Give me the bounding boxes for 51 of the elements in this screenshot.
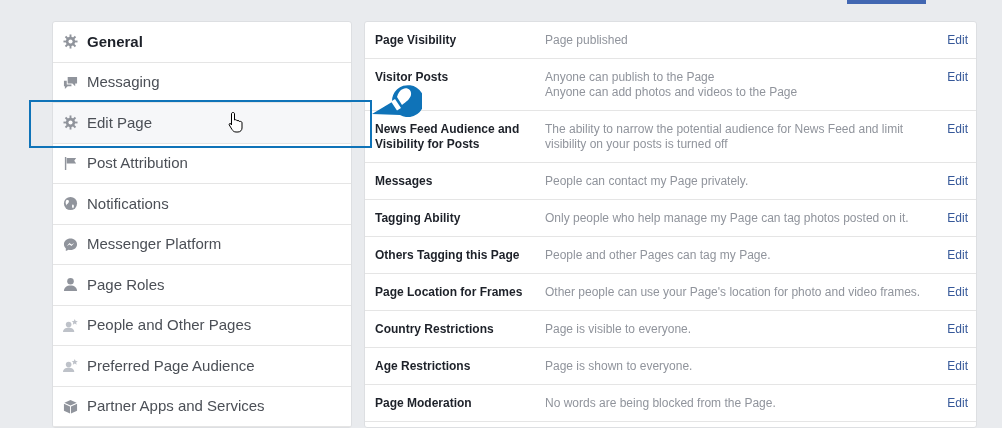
setting-label: Visitor Posts <box>375 69 450 86</box>
sidebar-item[interactable]: People and Other Pages <box>53 305 351 346</box>
setting-label: Age Restrictions <box>375 358 472 374</box>
setting-label: Page Visibility <box>375 32 458 48</box>
setting-value: Page published <box>545 32 629 48</box>
setting-value: People can contact my Page privately. <box>545 173 750 189</box>
gear-icon <box>63 115 78 131</box>
edit-link[interactable]: Edit <box>947 247 968 263</box>
person-star-icon <box>63 358 78 374</box>
setting-value: People and other Pages can tag my Page. <box>545 247 772 263</box>
sidebar-item[interactable]: Page Roles <box>53 265 351 306</box>
setting-value: The ability to narrow the potential audience for News Feed and limit visibility on your posts is turned off <box>545 121 905 152</box>
setting-value: Other people can use your Page's location for photo and video frames. <box>545 284 922 300</box>
setting-label: News Feed Audience and Visibility for Posts <box>375 121 521 152</box>
setting-value: No words are being blocked from the Page. <box>545 395 777 411</box>
edit-link[interactable]: Edit <box>947 284 968 300</box>
edit-link[interactable]: Edit <box>947 358 968 374</box>
setting-value: Page is visible to everyone. <box>545 321 693 337</box>
gear-icon <box>63 34 78 50</box>
setting-label: Country Restrictions <box>375 321 495 337</box>
sidebar-item[interactable]: General <box>53 22 351 63</box>
setting-label: Page Moderation <box>375 395 473 411</box>
setting-value: Only people who help manage my Page can tag photos posted on it. <box>545 210 910 226</box>
chat-bubbles-icon <box>63 74 78 90</box>
edit-link[interactable]: Edit <box>947 173 968 189</box>
person-icon <box>63 277 78 293</box>
edit-link[interactable]: Edit <box>947 321 968 337</box>
sidebar-item[interactable]: Partner Apps and Services <box>53 386 351 427</box>
box-icon <box>63 398 78 414</box>
edit-link[interactable]: Edit <box>947 210 968 226</box>
sidebar-item[interactable]: Notifications <box>53 184 351 225</box>
flag-icon <box>63 155 78 171</box>
setting-value: Page is shown to everyone. <box>545 358 694 374</box>
person-star-icon <box>63 317 78 333</box>
setting-label: Tagging Ability <box>375 210 462 226</box>
pointer-cursor-icon <box>228 111 244 133</box>
edit-link[interactable]: Edit <box>947 121 968 152</box>
edit-link[interactable]: Edit <box>947 69 968 100</box>
sidebar-item[interactable]: Messenger Platform <box>53 224 351 265</box>
sidebar-item[interactable]: Preferred Page Audience <box>53 346 351 387</box>
sidebar-item[interactable]: Post Attribution <box>53 143 351 184</box>
setting-value: Anyone can add photos and videos to the Page <box>545 84 799 100</box>
edit-link[interactable]: Edit <box>947 32 968 48</box>
setting-label: Messages <box>375 173 434 189</box>
setting-label: Others Tagging this Page <box>375 247 521 263</box>
globe-icon <box>63 196 78 212</box>
sidebar-item[interactable]: Edit Page <box>53 103 351 144</box>
setting-value: Anyone can publish to the Page <box>545 69 716 85</box>
setting-label: Page Location for Frames <box>375 284 524 300</box>
edit-link[interactable]: Edit <box>947 395 968 411</box>
messenger-icon <box>63 236 78 252</box>
